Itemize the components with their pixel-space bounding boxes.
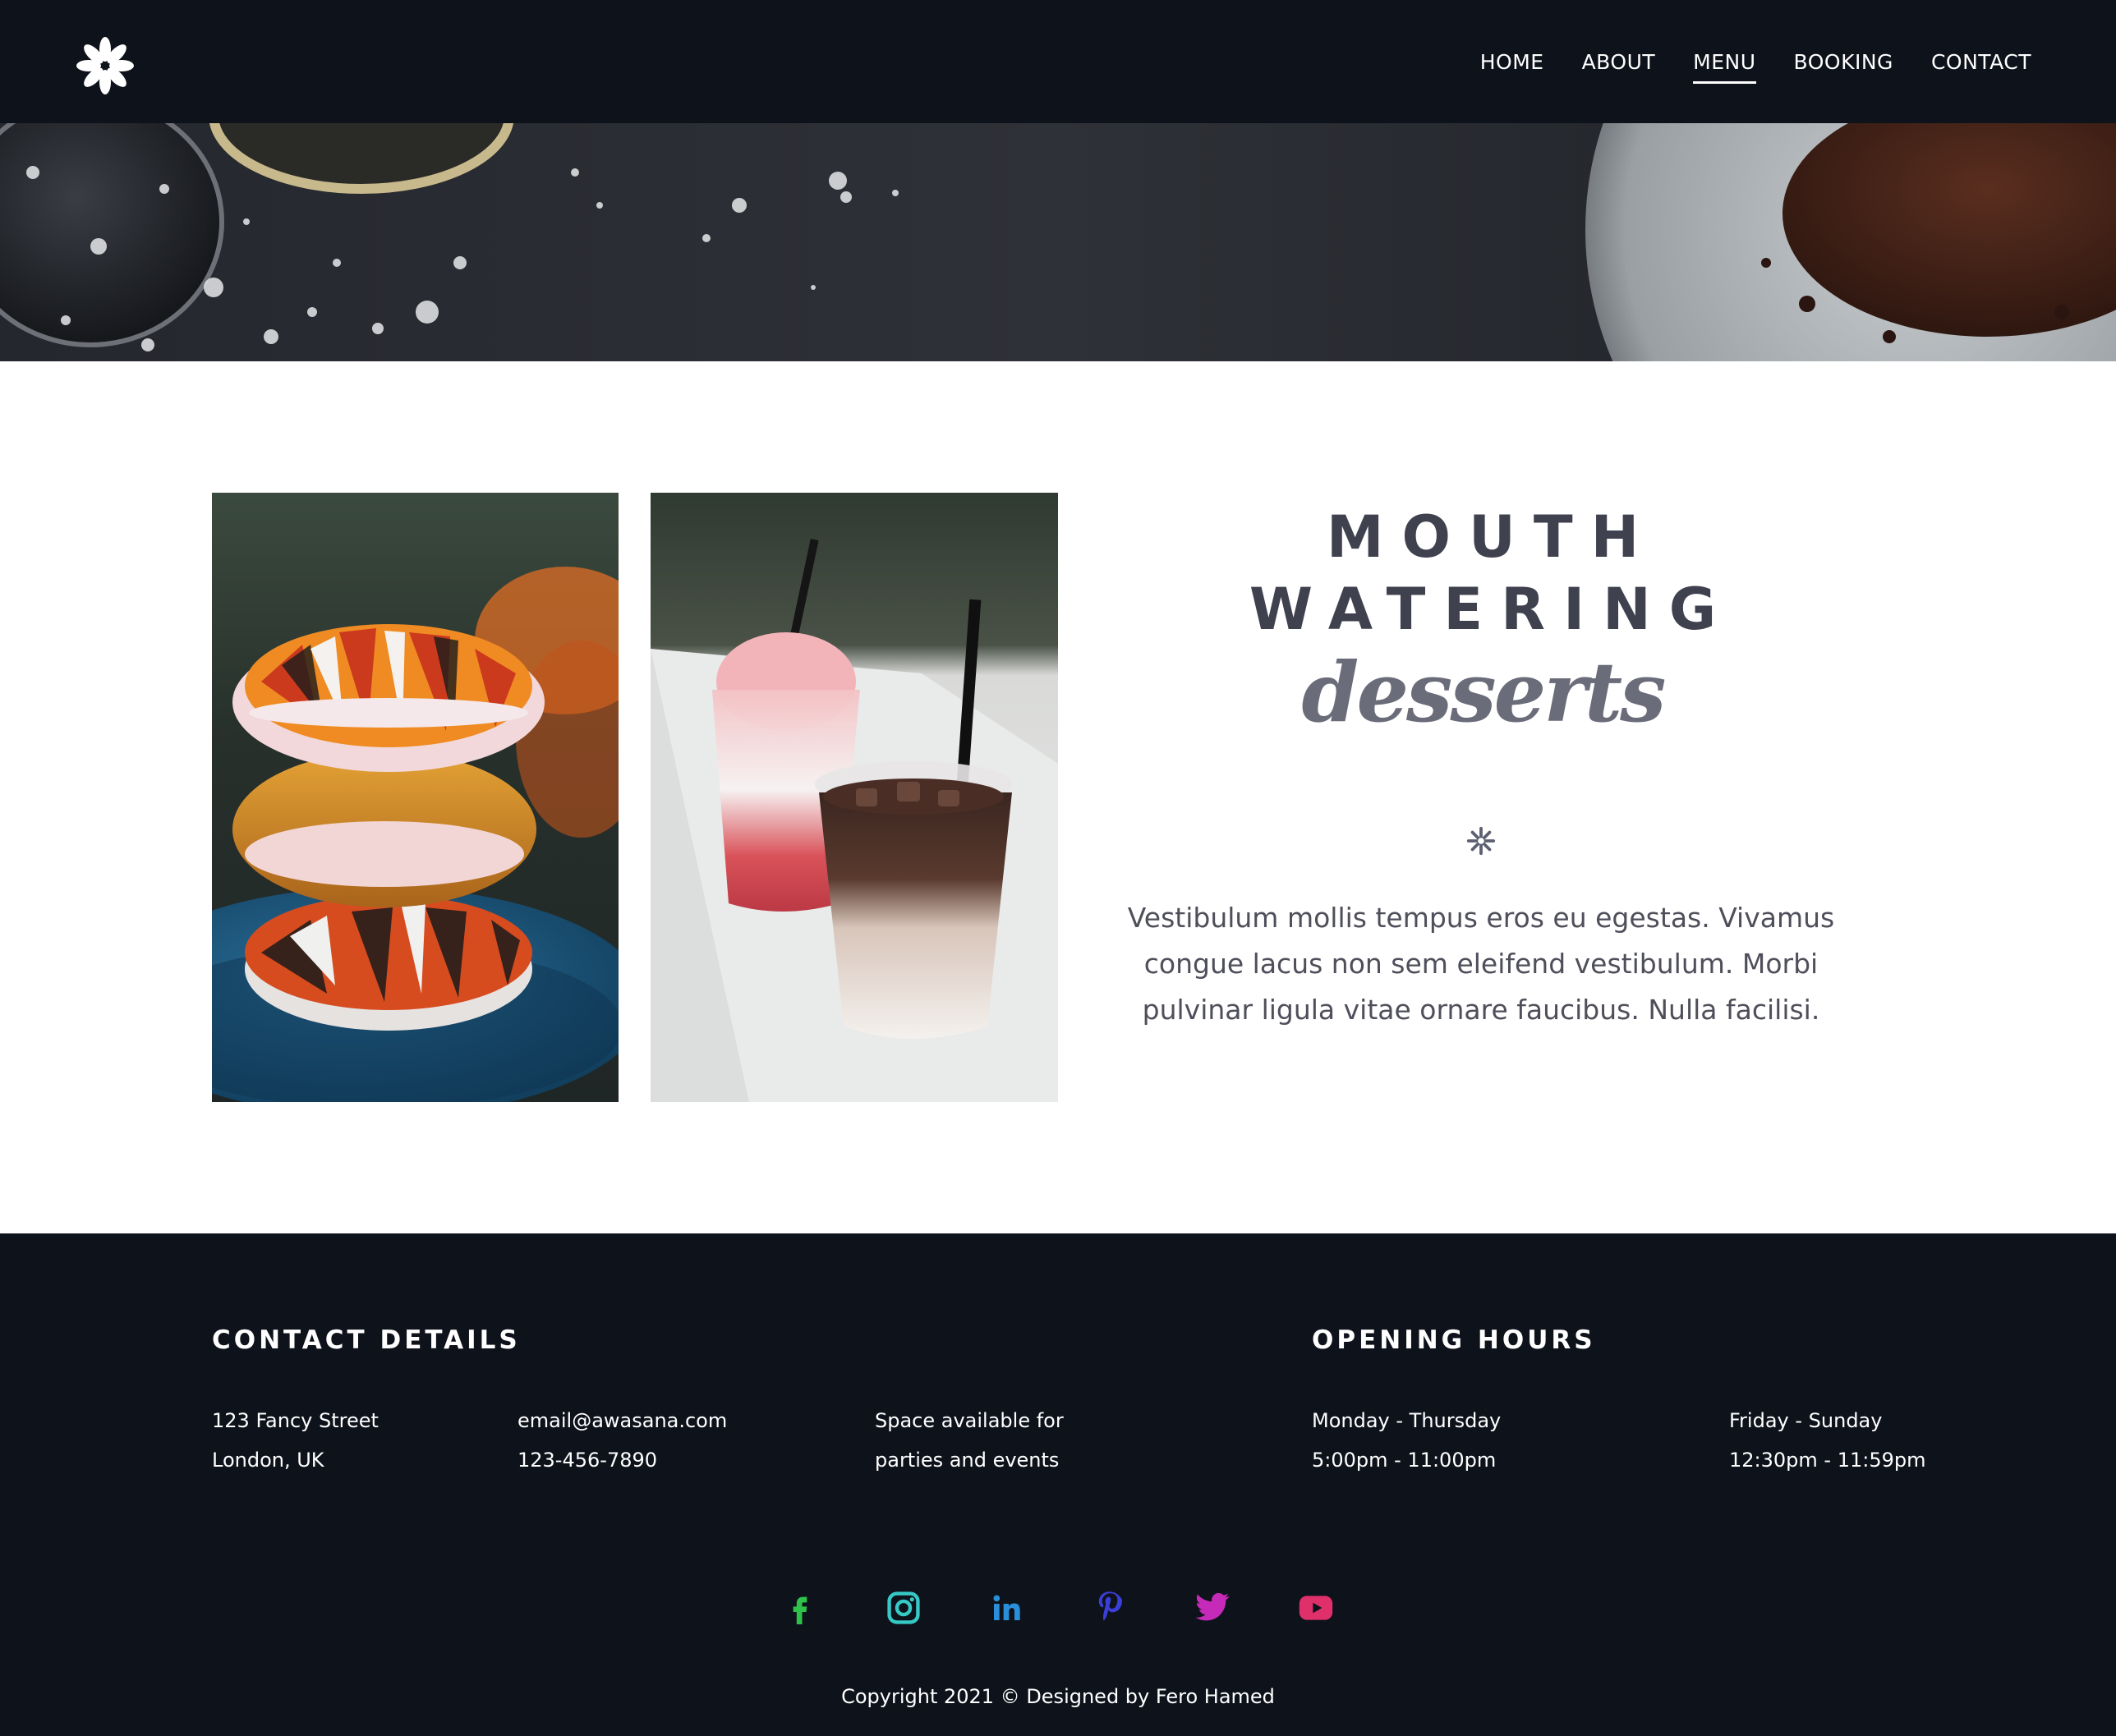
opening-hours-heading: OPENING HOURS [1312,1325,1596,1355]
hero-illustration [0,123,2116,361]
contact-info-block: email@awasana.com 123-456-7890 [518,1401,727,1480]
phone-link[interactable]: 123-456-7890 [518,1440,727,1480]
instagram-icon[interactable] [884,1588,923,1628]
events-line-2: parties and events [875,1449,1060,1472]
address-line-2: London, UK [212,1449,324,1472]
events-line-1: Space available for [875,1409,1064,1432]
title-script-desserts: desserts [1301,644,1667,741]
nav-home-link[interactable]: HOME [1461,50,1563,74]
nav-booking-link[interactable]: BOOKING [1775,50,1912,74]
linkedin-icon[interactable] [987,1588,1026,1628]
asterisk-icon [1466,826,1496,856]
weekday-hours: 5:00pm - 11:00pm [1312,1449,1497,1472]
address-block: 123 Fancy Street London, UK [212,1401,379,1480]
stacked-donuts-photo [212,493,619,1102]
copyright-text: Copyright 2021 © Designed by Fero Hamed [841,1685,1275,1708]
facebook-icon[interactable] [780,1588,820,1628]
weekend-hours-block: Friday - Sunday 12:30pm - 11:59pm [1729,1401,1925,1480]
weekend-label: Friday - Sunday [1729,1409,1883,1432]
title-line-watering: WATERING [1249,576,1735,643]
site-footer [0,1233,2116,1736]
address-line-1: 123 Fancy Street [212,1409,379,1432]
title-line-mouth: MOUTH [1326,503,1658,571]
contact-details-heading: CONTACT DETAILS [212,1325,521,1355]
twitter-icon[interactable] [1193,1588,1232,1628]
weekday-label: Monday - Thursday [1312,1409,1502,1432]
donuts-illustration [212,493,619,1102]
email-link[interactable]: email@awasana.com [518,1401,727,1440]
feature-description: Vestibulum mollis tempus eros eu egestas… [1127,902,1835,1026]
social-links [780,1585,1336,1631]
asterisk-flower-icon[interactable] [76,36,135,95]
weekday-hours-block: Monday - Thursday 5:00pm - 11:00pm [1312,1401,1501,1480]
nav-about-link[interactable]: ABOUT [1563,50,1675,74]
hero-banner-image [0,123,2116,361]
nav-menu-link[interactable]: MENU [1674,50,1774,84]
nav-menu: HOME ABOUT MENU BOOKING CONTACT [1461,0,2050,123]
feature-title: MOUTH WATERING desserts [1101,501,1865,737]
weekend-hours: 12:30pm - 11:59pm [1729,1449,1926,1472]
drinks-illustration [651,493,1058,1102]
youtube-icon[interactable] [1296,1588,1336,1628]
iced-drinks-photo [651,493,1058,1102]
nav-contact-link[interactable]: CONTACT [1912,50,2050,74]
top-navigation: HOME ABOUT MENU BOOKING CONTACT [0,0,2116,123]
events-note: Space available for parties and events [875,1401,1064,1480]
pinterest-icon[interactable] [1090,1588,1129,1628]
